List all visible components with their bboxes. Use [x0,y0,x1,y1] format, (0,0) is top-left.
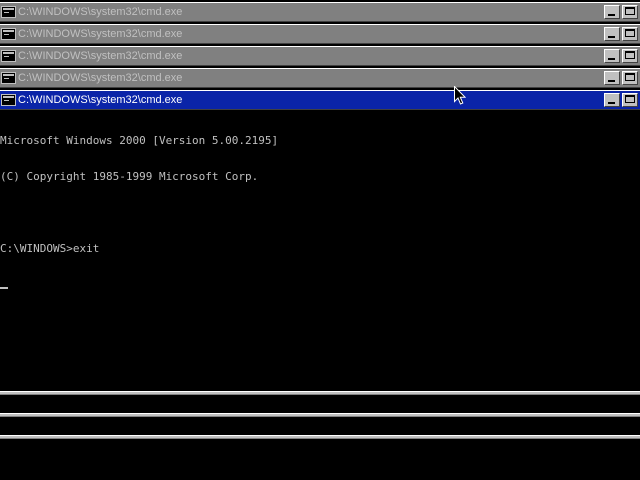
window-titlebar-3[interactable]: C:\WINDOWS\system32\cmd.exe [0,46,640,66]
window-frame-edge [0,435,640,439]
maximize-button[interactable] [622,5,638,19]
minimize-button[interactable] [604,5,620,19]
cmd-console-icon[interactable] [1,94,16,106]
maximize-button[interactable] [622,27,638,41]
window-frame-edge [0,391,640,395]
maximize-button[interactable] [622,71,638,85]
maximize-button[interactable] [622,49,638,63]
minimize-button[interactable] [604,49,620,63]
caption-buttons [604,49,638,63]
caption-buttons [604,27,638,41]
window-title: C:\WINDOWS\system32\cmd.exe [18,72,183,84]
maximize-button[interactable] [622,93,638,107]
window-titlebar-4[interactable]: C:\WINDOWS\system32\cmd.exe [0,68,640,88]
minimize-button[interactable] [604,71,620,85]
cmd-console-icon[interactable] [1,72,16,84]
window-titlebar-1[interactable]: C:\WINDOWS\system32\cmd.exe [0,2,640,22]
window-titlebar-active[interactable]: C:\WINDOWS\system32\cmd.exe [0,90,640,110]
console-output[interactable]: Microsoft Windows 2000 [Version 5.00.219… [0,111,640,381]
window-title: C:\WINDOWS\system32\cmd.exe [18,28,183,40]
window-title: C:\WINDOWS\system32\cmd.exe [18,94,183,106]
cmd-console-icon[interactable] [1,50,16,62]
desktop-screen: C:\WINDOWS\system32\cmd.exe C:\WINDOWS\s… [0,0,640,480]
console-cursor-line [0,279,640,291]
console-line: (C) Copyright 1985-1999 Microsoft Corp. [0,170,259,183]
cmd-console-icon[interactable] [1,6,16,18]
cmd-console-icon[interactable] [1,28,16,40]
minimize-button[interactable] [604,93,620,107]
minimize-button[interactable] [604,27,620,41]
console-line: Microsoft Windows 2000 [Version 5.00.219… [0,134,279,147]
window-frame-edge [0,413,640,417]
text-cursor [0,287,8,289]
window-title: C:\WINDOWS\system32\cmd.exe [18,6,183,18]
caption-buttons [604,71,638,85]
caption-buttons [604,5,638,19]
mouse-pointer-icon [454,86,466,105]
window-title: C:\WINDOWS\system32\cmd.exe [18,50,183,62]
caption-buttons [604,93,638,107]
console-line: C:\WINDOWS>exit [0,242,100,255]
window-titlebar-2[interactable]: C:\WINDOWS\system32\cmd.exe [0,24,640,44]
